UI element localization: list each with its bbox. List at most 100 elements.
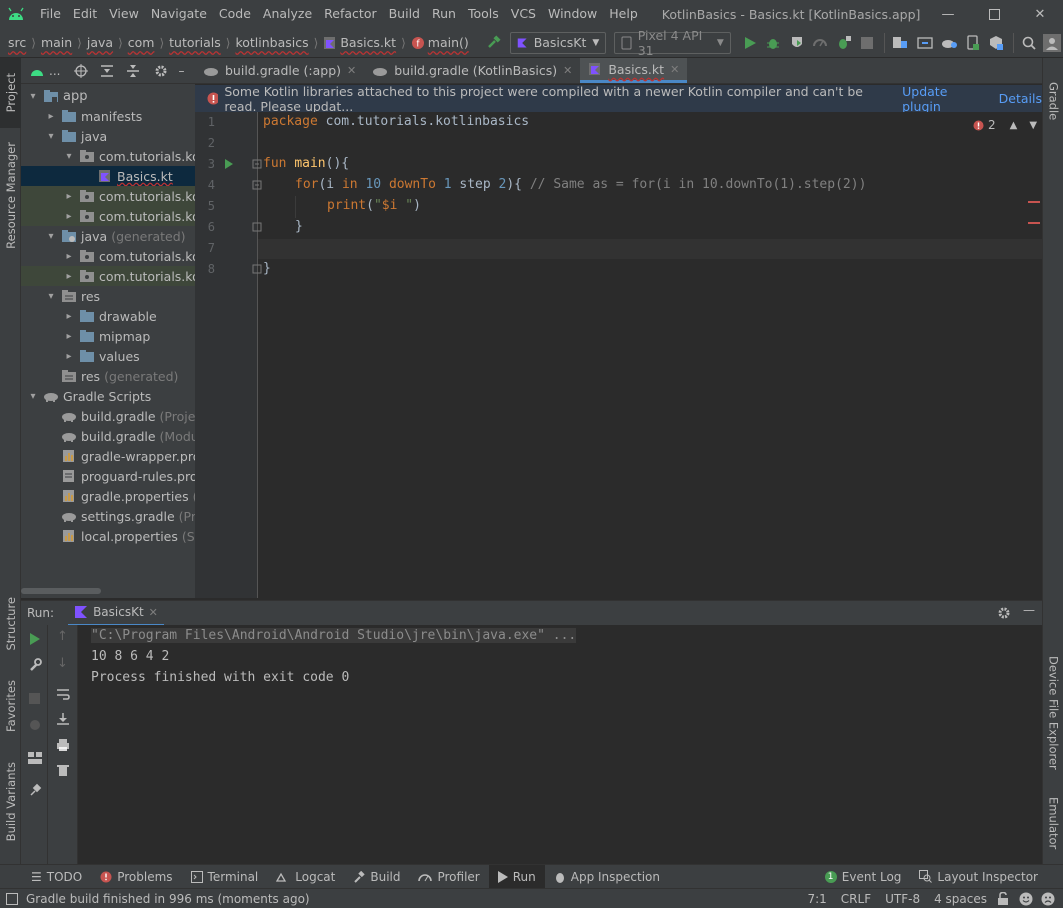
run-console[interactable]: "C:\Program Files\Android\Android Studio… bbox=[78, 625, 1042, 864]
tab-build-variants[interactable]: Build Variants bbox=[0, 752, 21, 852]
tree-item[interactable]: gradle.properties(Pro bbox=[21, 486, 195, 506]
gradle-sync-button[interactable] bbox=[938, 31, 960, 55]
horizontal-scrollbar[interactable] bbox=[21, 588, 101, 594]
device-select[interactable]: Pixel 4 API 31 ▼ bbox=[614, 28, 731, 58]
tree-item[interactable]: ▸ com.tutorials.kotli bbox=[21, 266, 195, 286]
sync-gradle-button[interactable] bbox=[915, 31, 937, 55]
menu-code[interactable]: Code bbox=[213, 0, 257, 28]
tab-gradle[interactable]: Gradle bbox=[1043, 66, 1063, 136]
hide-panel-icon[interactable]: — bbox=[1023, 603, 1035, 617]
debug-button[interactable] bbox=[762, 31, 784, 55]
breadcrumb-kotlinbasics[interactable]: kotlinbasics bbox=[235, 35, 308, 50]
attach-debugger-button[interactable] bbox=[833, 31, 855, 55]
scroll-to-end-icon[interactable] bbox=[56, 712, 70, 726]
tab-problems[interactable]: Problems bbox=[91, 865, 181, 889]
tab-resource-manager[interactable]: Resource Manager bbox=[0, 134, 21, 256]
status-message[interactable]: Gradle build finished in 996 ms (moments… bbox=[26, 892, 310, 906]
expand-arrow-icon[interactable]: ▾ bbox=[45, 291, 57, 302]
tree-item[interactable]: proguard-rules.pro(P bbox=[21, 466, 195, 486]
menu-vcs[interactable]: VCS bbox=[505, 0, 542, 28]
menu-navigate[interactable]: Navigate bbox=[145, 0, 213, 28]
file-encoding[interactable]: UTF-8 bbox=[885, 892, 920, 906]
print-icon[interactable] bbox=[56, 738, 70, 752]
tree-item[interactable]: ▾ Gradle Scripts bbox=[21, 386, 195, 406]
breadcrumb-main-function[interactable]: main() bbox=[428, 35, 469, 50]
toggle-tool-windows-icon[interactable] bbox=[6, 892, 18, 905]
menu-view[interactable]: View bbox=[103, 0, 145, 28]
breadcrumb-basics-kt[interactable]: Basics.kt bbox=[340, 35, 396, 50]
tree-item[interactable]: res (generated) bbox=[21, 366, 195, 386]
hide-panel-icon[interactable]: – bbox=[178, 64, 184, 78]
wrench-icon[interactable] bbox=[28, 658, 42, 672]
code-editor[interactable]: 1 2 3 4 5 6 7 8 package com.tutorials.ko… bbox=[195, 112, 1042, 598]
error-stripe-mark[interactable] bbox=[1028, 222, 1040, 224]
dump-threads-icon[interactable] bbox=[27, 717, 43, 733]
fold-icon[interactable] bbox=[252, 159, 262, 169]
details-link[interactable]: Details bbox=[999, 91, 1042, 106]
tree-item[interactable]: ▸ drawable bbox=[21, 306, 195, 326]
account-button[interactable] bbox=[1041, 31, 1063, 55]
tree-item[interactable]: ▸ com.tutorials.kotli bbox=[21, 246, 195, 266]
caret-position[interactable]: 7:1 bbox=[807, 892, 826, 906]
tab-logcat[interactable]: Logcat bbox=[267, 865, 344, 889]
tree-item[interactable]: local.properties(SDK bbox=[21, 526, 195, 546]
tree-item[interactable]: ▸ values bbox=[21, 346, 195, 366]
coverage-button[interactable] bbox=[786, 31, 808, 55]
tab-basics-kt[interactable]: Basics.kt ✕ bbox=[580, 58, 688, 83]
expand-arrow-icon[interactable]: ▸ bbox=[63, 191, 75, 202]
search-everywhere-button[interactable] bbox=[1018, 31, 1040, 55]
expand-arrow-icon[interactable]: ▾ bbox=[45, 231, 57, 242]
menu-run[interactable]: Run bbox=[426, 0, 462, 28]
smile-icon[interactable] bbox=[1019, 892, 1033, 906]
menu-help[interactable]: Help bbox=[603, 0, 644, 28]
frown-icon[interactable] bbox=[1041, 892, 1055, 906]
close-icon[interactable]: ✕ bbox=[670, 63, 679, 76]
menu-build[interactable]: Build bbox=[383, 0, 426, 28]
unlock-icon[interactable] bbox=[997, 891, 1009, 906]
tab-project[interactable]: Project bbox=[0, 58, 21, 128]
gear-icon[interactable] bbox=[154, 64, 168, 78]
fold-end-icon[interactable] bbox=[252, 222, 262, 232]
tree-item[interactable]: settings.gradle(Proje bbox=[21, 506, 195, 526]
tab-build[interactable]: Build bbox=[344, 865, 409, 889]
tree-item[interactable]: Basics.kt bbox=[21, 166, 195, 186]
expand-arrow-icon[interactable]: ▸ bbox=[63, 271, 75, 282]
stop-button[interactable] bbox=[857, 31, 879, 55]
minimize-button[interactable]: — bbox=[925, 0, 971, 28]
expand-arrow-icon[interactable]: ▸ bbox=[63, 311, 75, 322]
expand-arrow-icon[interactable]: ▾ bbox=[63, 151, 75, 162]
stop-icon[interactable] bbox=[29, 693, 40, 704]
tree-item[interactable]: ▾ java (generated) bbox=[21, 226, 195, 246]
layout-icon[interactable] bbox=[27, 751, 43, 765]
run-configuration-select[interactable]: BasicsKt ▼ bbox=[510, 31, 607, 54]
close-icon[interactable]: ✕ bbox=[563, 64, 572, 77]
pin-icon[interactable] bbox=[28, 783, 42, 797]
make-project-button[interactable] bbox=[483, 31, 505, 55]
tab-layout-inspector[interactable]: Layout Inspector bbox=[910, 865, 1047, 889]
tab-todo[interactable]: ☰ TODO bbox=[22, 865, 91, 889]
run-gutter-icon[interactable] bbox=[224, 159, 234, 169]
inspection-widget[interactable]: 2 ▲ ▼ bbox=[973, 118, 1037, 132]
expand-arrow-icon[interactable]: ▸ bbox=[63, 211, 75, 222]
fold-icon[interactable] bbox=[252, 180, 262, 190]
tree-item[interactable]: build.gradle(Project: bbox=[21, 406, 195, 426]
breadcrumb-com[interactable]: com bbox=[128, 35, 155, 50]
menu-refactor[interactable]: Refactor bbox=[318, 0, 382, 28]
trash-icon[interactable] bbox=[56, 763, 70, 777]
soft-wrap-icon[interactable] bbox=[56, 687, 70, 701]
maximize-button[interactable] bbox=[971, 0, 1017, 28]
run-button[interactable] bbox=[739, 31, 761, 55]
expand-arrow-icon[interactable]: ▸ bbox=[63, 251, 75, 262]
expand-arrow-icon[interactable]: ▾ bbox=[27, 91, 39, 102]
tab-emulator[interactable]: Emulator bbox=[1043, 788, 1063, 858]
gear-icon[interactable] bbox=[997, 606, 1011, 620]
tab-event-log[interactable]: 1 Event Log bbox=[816, 865, 911, 889]
avd-manager-button[interactable] bbox=[962, 31, 984, 55]
menu-tools[interactable]: Tools bbox=[462, 0, 505, 28]
expand-arrow-icon[interactable]: ▾ bbox=[45, 131, 57, 142]
arrow-down-icon[interactable]: ↓ bbox=[57, 656, 68, 671]
tree-item[interactable]: ▸ com.tutorials.kotli bbox=[21, 186, 195, 206]
tree-item[interactable]: ▾ com.tutorials.kotli bbox=[21, 146, 195, 166]
menu-edit[interactable]: Edit bbox=[67, 0, 103, 28]
tab-app-inspection[interactable]: App Inspection bbox=[545, 865, 669, 889]
